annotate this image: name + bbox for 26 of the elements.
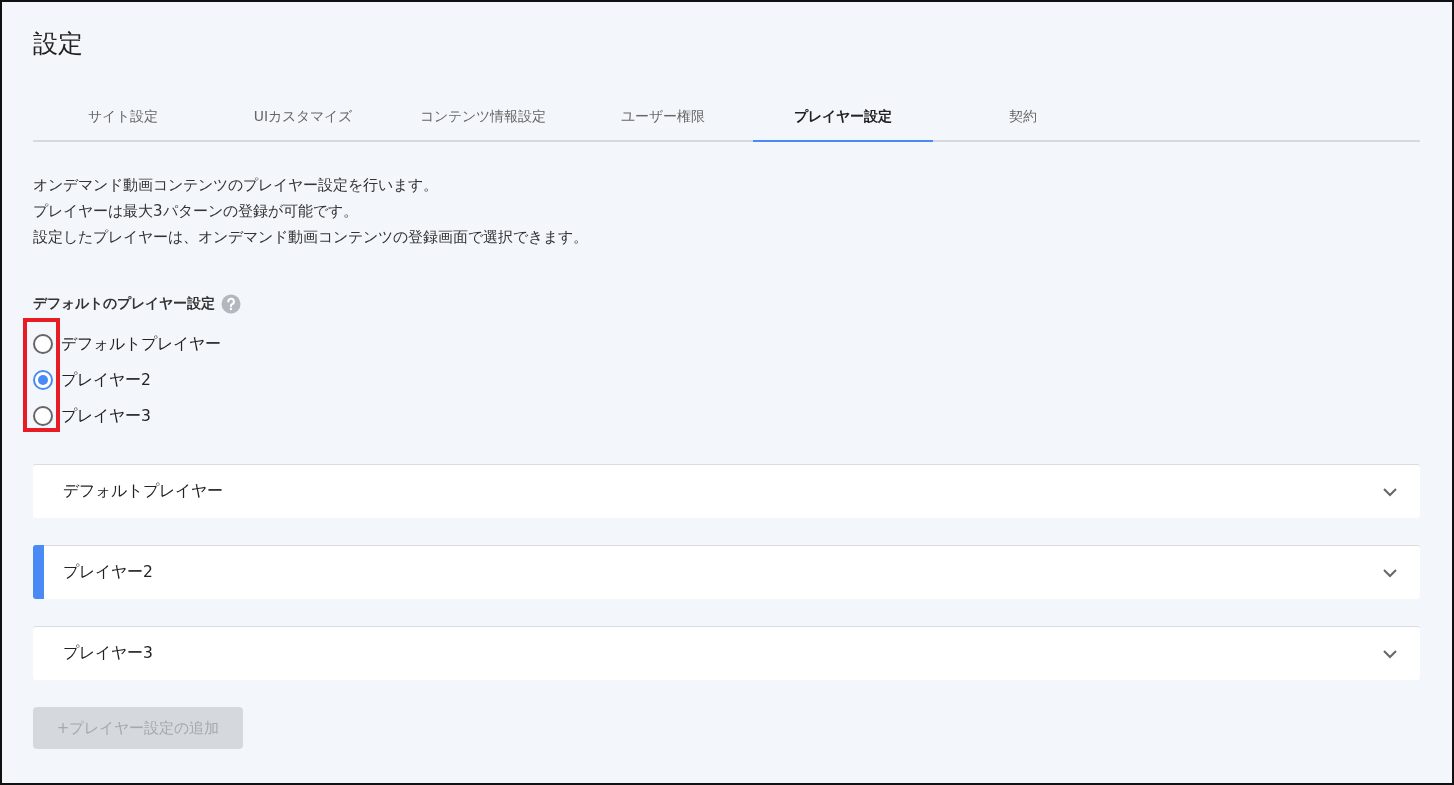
radio-button[interactable] [33, 334, 53, 354]
description-text: オンデマンド動画コンテンツのプレイヤー設定を行います。 [33, 175, 439, 196]
radio-label[interactable]: プレイヤー3 [61, 405, 151, 427]
settings-tab[interactable]: ユーザー権限 [573, 94, 753, 142]
settings-tab[interactable]: コンテンツ情報設定 [393, 94, 573, 142]
panel-title: デフォルトプレイヤー [63, 481, 224, 502]
player-panel[interactable]: プレイヤー3 [33, 626, 1420, 680]
page-title: 設定 [33, 28, 84, 60]
radio-label[interactable]: デフォルトプレイヤー [61, 333, 221, 355]
panel-title: プレイヤー3 [63, 643, 154, 664]
chevron-down-icon[interactable] [1382, 648, 1398, 659]
chevron-down-icon[interactable] [1382, 567, 1398, 578]
player-panel[interactable]: デフォルトプレイヤー [33, 464, 1420, 518]
panel-title: プレイヤー2 [63, 562, 154, 583]
chevron-down-icon[interactable] [1382, 486, 1398, 497]
player-panel[interactable]: プレイヤー2 [33, 545, 1420, 599]
settings-tab[interactable]: 契約 [933, 94, 1113, 142]
description-text: プレイヤーは最大3パターンの登録が可能です。 [33, 201, 359, 222]
field-label: デフォルトのプレイヤー設定 [33, 295, 215, 313]
radio-label[interactable]: プレイヤー2 [61, 369, 151, 391]
radio-button[interactable] [33, 370, 53, 390]
settings-tab[interactable]: サイト設定 [33, 94, 213, 142]
settings-tab[interactable]: UIカスタマイズ [213, 94, 393, 142]
description-text: 設定したプレイヤーは、オンデマンド動画コンテンツの登録画面で選択できます。 [33, 227, 589, 248]
radio-button[interactable] [33, 406, 53, 426]
settings-tab[interactable]: プレイヤー設定 [753, 94, 933, 142]
